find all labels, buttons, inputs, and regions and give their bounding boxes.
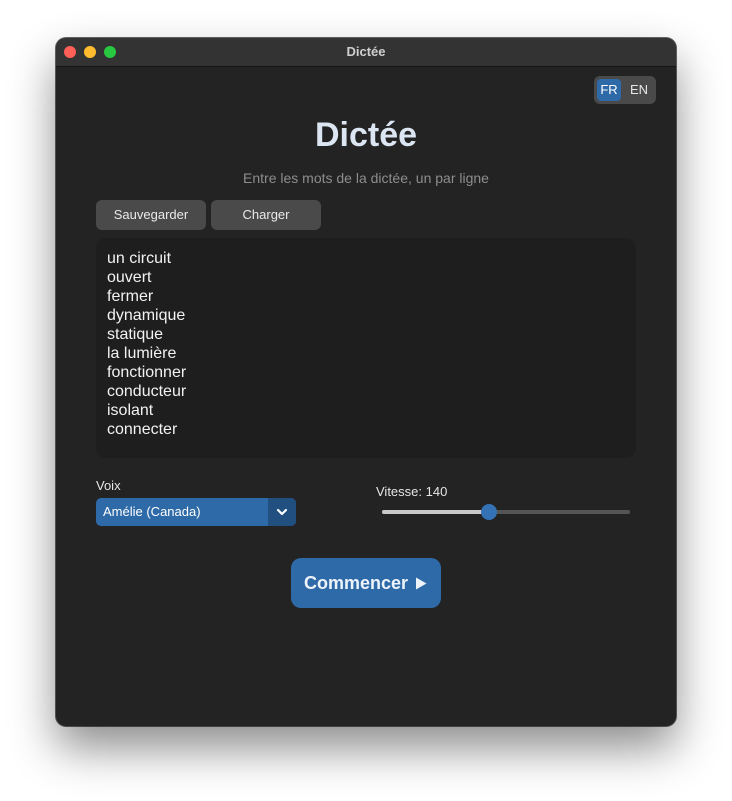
save-button[interactable]: Sauvegarder [96,200,206,230]
language-fr-button[interactable]: FR [597,79,621,101]
voice-selected-value: Amélie (Canada) [103,504,201,519]
language-en-button[interactable]: EN [626,79,652,101]
language-toggle: FR EN [594,76,656,104]
play-icon [416,577,427,590]
speed-label: Vitesse: 140 [376,484,448,499]
window-title: Dictée [346,44,386,59]
word-list-textarea[interactable]: un circuit ouvert fermer dynamique stati… [96,238,636,458]
slider-thumb[interactable] [480,504,497,520]
speed-slider[interactable] [382,502,630,522]
app-window: Dictée FR EN Dictée Entre les mots de la… [56,38,676,726]
voice-select[interactable]: Amélie (Canada) [96,498,296,526]
chevron-down-icon [268,498,296,526]
load-button[interactable]: Charger [211,200,321,230]
slider-fill [382,510,489,514]
voice-label: Voix [96,478,121,493]
page-title: Dictée [314,116,418,154]
start-button[interactable]: Commencer [291,558,441,608]
start-button-label: Commencer [304,573,409,593]
page-subtitle: Entre les mots de la dictée, un par lign… [243,170,489,186]
title-bar: Dictée [56,38,676,67]
